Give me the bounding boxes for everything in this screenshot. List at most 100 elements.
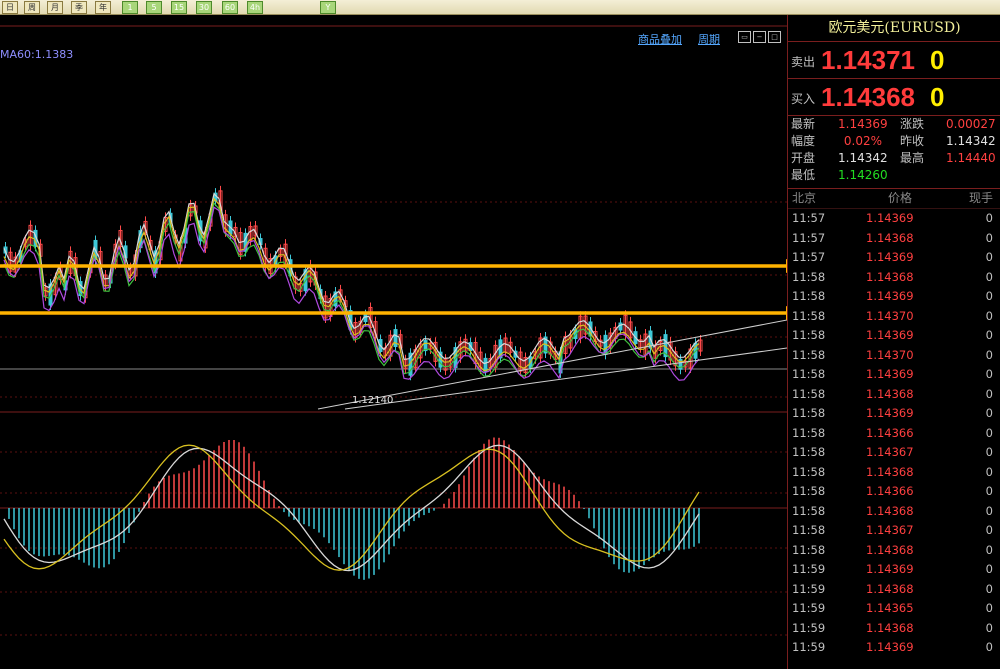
tick-row: 11:57 1.14368 0 <box>788 229 1000 249</box>
tick-price: 1.14369 <box>866 289 914 303</box>
kline-chart[interactable]: 1.12140 <box>0 15 787 669</box>
tick-time: 11:58 <box>792 464 826 479</box>
tick-price: 1.14368 <box>866 386 914 401</box>
tick-volume: 0 <box>985 250 993 264</box>
maximize-window-icon[interactable]: □ <box>768 31 781 43</box>
tick-volume: 0 <box>985 445 993 459</box>
tick-volume: 0 <box>985 620 993 635</box>
tick-time: 11:57 <box>792 250 826 264</box>
tick-time: 11:59 <box>792 562 826 576</box>
period-button-8[interactable]: 30 <box>196 1 212 14</box>
buy-volume: 0 <box>930 82 945 112</box>
tick-price: 1.14369 <box>866 367 914 381</box>
period-button-2[interactable]: 月 <box>47 1 63 14</box>
tick-row: 11:58 1.14369 0 <box>788 326 1000 346</box>
period-button-5[interactable]: 1 <box>122 1 138 14</box>
low-value: 1.14260 <box>838 168 888 182</box>
tick-row: 11:58 1.14369 0 <box>788 365 1000 385</box>
buy-quote[interactable]: 买入 1.14368 0 <box>788 79 1000 116</box>
tick-price: 1.14368 <box>866 581 914 596</box>
period-toolbar: 日周月季年 1 5 15 30 60 4h Y <box>0 0 1000 15</box>
tick-volume: 0 <box>985 425 993 440</box>
range-label: 幅度 <box>791 134 816 148</box>
tick-price: 1.14365 <box>866 601 914 615</box>
tick-time: 11:59 <box>792 640 826 654</box>
tick-volume: 0 <box>985 406 993 420</box>
high-label: 最高 <box>900 151 925 165</box>
sell-price: 1.14371 <box>821 45 915 75</box>
period-button-4[interactable]: 年 <box>95 1 111 14</box>
tick-row: 11:58 1.14367 0 <box>788 443 1000 463</box>
period-button-9[interactable]: 60 <box>222 1 238 14</box>
tick-price: 1.14368 <box>866 542 914 557</box>
tick-price: 1.14367 <box>866 523 914 537</box>
tick-row: 11:58 1.14366 0 <box>788 482 1000 502</box>
tick-time: 11:58 <box>792 542 826 557</box>
period-button-3[interactable]: 季 <box>71 1 87 14</box>
tick-price: 1.14369 <box>866 250 914 264</box>
tick-price: 1.14369 <box>866 562 914 576</box>
kline-chart-area[interactable]: 1.12140 MA60:1.1383 商品叠加 周期 ▭ − □ <box>0 15 787 669</box>
tick-volume: 0 <box>985 503 993 518</box>
low-label: 最低 <box>791 168 816 182</box>
low-price-label: 1.12140 <box>352 395 393 406</box>
ma60-label: MA60:1.1383 <box>0 48 74 61</box>
tick-price: 1.14369 <box>866 328 914 342</box>
tick-row: 11:59 1.14369 0 <box>788 560 1000 580</box>
tick-header-volume: 现手 <box>968 191 993 205</box>
tick-list[interactable]: 11:57 1.14369 0 11:57 1.14368 0 11:57 1.14369 0 1… <box>788 209 1000 658</box>
period-button-11[interactable]: Y <box>320 1 336 14</box>
candle-body <box>363 314 368 323</box>
buy-price: 1.14368 <box>821 82 915 112</box>
tick-price: 1.14369 <box>866 211 914 225</box>
sell-quote[interactable]: 卖出 1.14371 0 <box>788 42 1000 79</box>
tick-price: 1.14367 <box>866 445 914 459</box>
ma-line-purple <box>3 206 700 381</box>
prevclose-label: 昨收 <box>900 134 925 148</box>
tick-time: 11:58 <box>792 445 826 459</box>
tick-row: 11:59 1.14365 0 <box>788 599 1000 619</box>
tick-time: 11:58 <box>792 523 826 537</box>
tick-row: 11:58 1.14368 0 <box>788 268 1000 288</box>
period-link[interactable]: 周期 <box>698 31 720 47</box>
latest-label: 最新 <box>791 117 816 131</box>
tick-row: 11:58 1.14368 0 <box>788 502 1000 522</box>
tick-row: 11:58 1.14368 0 <box>788 463 1000 483</box>
high-value: 1.14440 <box>946 151 996 165</box>
ma-line-green <box>3 201 700 377</box>
period-button-6[interactable]: 5 <box>146 1 162 14</box>
tick-volume: 0 <box>985 289 993 303</box>
period-button-10[interactable]: 4h <box>247 1 263 14</box>
tick-volume: 0 <box>985 211 993 225</box>
tick-volume: 0 <box>985 347 993 362</box>
tick-time: 11:58 <box>792 289 826 303</box>
tick-time: 11:58 <box>792 406 826 420</box>
tick-row: 11:58 1.14367 0 <box>788 521 1000 541</box>
tick-price: 1.14368 <box>866 269 914 284</box>
stats-table: 最新 1.14369 涨跌 0.00027 幅度 0.02% 昨收 1.1434… <box>788 116 1000 189</box>
tick-volume: 0 <box>985 464 993 479</box>
tick-volume: 0 <box>985 386 993 401</box>
tick-time: 11:58 <box>792 328 826 342</box>
tick-price: 1.14369 <box>866 640 914 654</box>
range-value: 0.02% <box>843 134 882 148</box>
tick-row: 11:58 1.14369 0 <box>788 404 1000 424</box>
buy-label: 买入 <box>791 92 816 106</box>
tick-time: 11:57 <box>792 211 826 225</box>
period-button-0[interactable]: 日 <box>2 1 18 14</box>
tick-price: 1.14370 <box>866 347 914 362</box>
tick-time: 11:59 <box>792 601 826 615</box>
tick-price: 1.14368 <box>866 503 914 518</box>
minimize-window-icon[interactable]: − <box>753 31 766 43</box>
restore-window-icon[interactable]: ▭ <box>738 31 751 43</box>
tick-time: 11:58 <box>792 308 826 323</box>
tick-price: 1.14366 <box>866 425 914 440</box>
period-button-7[interactable]: 15 <box>171 1 187 14</box>
period-button-1[interactable]: 周 <box>24 1 40 14</box>
sell-volume: 0 <box>930 45 945 75</box>
tick-row: 11:58 1.14366 0 <box>788 424 1000 444</box>
overlay-link[interactable]: 商品叠加 <box>638 31 682 47</box>
sell-label: 卖出 <box>791 55 816 69</box>
tick-row: 11:59 1.14368 0 <box>788 580 1000 600</box>
tick-price: 1.14369 <box>866 406 914 420</box>
